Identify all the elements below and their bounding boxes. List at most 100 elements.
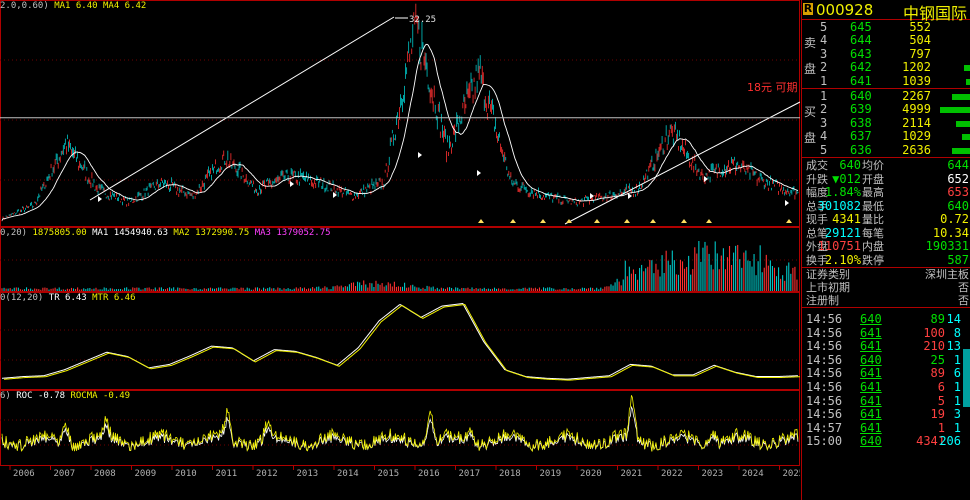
sell-volume: 1202 bbox=[902, 60, 931, 75]
panel-frame bbox=[0, 0, 800, 227]
buy-volume-bar bbox=[952, 94, 970, 100]
tick-row[interactable]: 14:57 641 1 1 bbox=[802, 420, 970, 435]
buy-row[interactable]: 3 638 2114 bbox=[802, 115, 970, 130]
peak-label: 32.25 bbox=[409, 15, 437, 25]
mtr-line bbox=[3, 303, 800, 381]
stat-value: 587 bbox=[947, 252, 969, 267]
tick-volume: 1 bbox=[937, 420, 945, 435]
tick-row[interactable]: 14:56 641 19 3 bbox=[802, 408, 970, 421]
tick-time: 14:56 bbox=[806, 393, 843, 408]
year-label: 2023 bbox=[702, 469, 724, 479]
stat-value: 640 bbox=[947, 198, 969, 213]
sell-level: 2 bbox=[820, 60, 828, 75]
tick-count: 1 bbox=[953, 352, 961, 367]
year-label: 2020 bbox=[580, 469, 602, 479]
year-label: 2006 bbox=[13, 469, 35, 479]
stat-label: 成交 bbox=[806, 159, 828, 172]
tick-row[interactable]: 14:56 641 100 8 bbox=[802, 325, 970, 340]
tick-price: 641 bbox=[860, 420, 882, 435]
year-label: 2014 bbox=[337, 469, 359, 479]
year-label: 2008 bbox=[94, 469, 116, 479]
buy-level: 5 bbox=[820, 142, 828, 157]
info-label: 注册制 bbox=[806, 294, 839, 307]
buy-row[interactable]: 4 637 1029 bbox=[802, 130, 970, 143]
tick-row[interactable]: 14:56 641 210 13 bbox=[802, 340, 970, 353]
tick-count: 6 bbox=[953, 366, 961, 381]
volume-ma2: MA2 1372990.75 bbox=[173, 228, 250, 238]
buy-row[interactable]: 5 636 2636 bbox=[802, 142, 970, 157]
chart-area[interactable]: 2006 2007 2008 2009 2010 2011 2012 2013 2014 2015… bbox=[0, 0, 800, 500]
tick-time: 14:57 bbox=[806, 420, 843, 435]
tick-row[interactable]: 14:56 641 6 1 bbox=[802, 381, 970, 394]
stat-row: 升跌 ▼012 开盘 652 bbox=[802, 172, 970, 186]
volume-ma3: MA3 1379052.75 bbox=[254, 228, 331, 238]
rocma-value: ROCMA -0.49 bbox=[70, 391, 131, 401]
signal-icon bbox=[650, 219, 656, 223]
roc-header: 6) ROC -0.78 ROCMA -0.49 bbox=[0, 391, 130, 401]
tick-row[interactable]: 14:56 641 5 1 bbox=[802, 393, 970, 408]
buy-volume-bar bbox=[956, 120, 970, 127]
buy-volume-bar bbox=[940, 107, 970, 114]
tick-time: 14:56 bbox=[806, 407, 843, 422]
sell-price: 644 bbox=[850, 33, 872, 48]
stat-label: 最高 bbox=[862, 186, 884, 199]
tick-row[interactable]: 14:56 640 89 14 bbox=[802, 313, 970, 326]
buy-row[interactable]: 1 640 2267 bbox=[802, 90, 970, 103]
info-label: 上市初期 bbox=[806, 281, 850, 294]
quote-header: R 000928 中钢国际 bbox=[802, 0, 970, 23]
tick-price: 641 bbox=[860, 339, 882, 354]
signal-icon bbox=[681, 219, 687, 223]
buy-price: 640 bbox=[850, 89, 872, 103]
sell-row[interactable]: 3 643 797 bbox=[802, 46, 970, 61]
volume-ma1: MA1 1454940.63 bbox=[92, 228, 168, 238]
tick-price: 641 bbox=[860, 325, 882, 340]
buy-price: 639 bbox=[850, 102, 872, 117]
tick-row[interactable]: 14:56 641 89 6 bbox=[802, 367, 970, 380]
sell-row[interactable]: 5 645 552 bbox=[802, 21, 970, 34]
chart-canvas[interactable]: 2006 2007 2008 2009 2010 2011 2012 2013 2014 2015… bbox=[0, 0, 800, 500]
sell-price: 642 bbox=[850, 60, 872, 75]
stat-row: 现手 4341 量比 0.72 bbox=[802, 213, 970, 227]
stat-value: 10.34 bbox=[932, 225, 969, 240]
buy-level: 3 bbox=[820, 115, 828, 130]
tick-volume: 89 bbox=[930, 312, 945, 326]
stat-value: 110751 bbox=[817, 239, 861, 253]
buy-volume: 2636 bbox=[902, 142, 931, 157]
buy-book: 买 盘 1 640 2267 2 639 4999 3 638 2114 4 637 1029 5 636… bbox=[802, 89, 970, 158]
year-label: 2007 bbox=[54, 469, 76, 479]
sell-level: 4 bbox=[820, 33, 828, 48]
sell-volume: 797 bbox=[909, 46, 931, 61]
tick-row[interactable]: 14:56 640 25 1 bbox=[802, 352, 970, 367]
sell-price: 641 bbox=[850, 73, 872, 88]
stat-label: 开盘 bbox=[862, 172, 884, 186]
sell-level: 1 bbox=[820, 73, 828, 88]
year-label: 2010 bbox=[175, 469, 197, 479]
buy-arrow-icon bbox=[98, 196, 102, 202]
stat-row: 成交 640 均价 644 bbox=[802, 159, 970, 173]
sell-row[interactable]: 2 642 1202 bbox=[802, 61, 970, 74]
buy-price: 636 bbox=[850, 142, 872, 157]
stat-row: 外盘 110751 内盘 190331 bbox=[802, 239, 970, 254]
buy-row[interactable]: 2 639 4999 bbox=[802, 103, 970, 116]
tick-scrollbar[interactable] bbox=[963, 349, 970, 407]
sell-row[interactable]: 4 644 504 bbox=[802, 34, 970, 47]
sell-book: 卖 盘 5 645 552 4 644 504 3 643 797 2 642 1202 1 641 103… bbox=[802, 20, 970, 89]
tick-volume: 5 bbox=[937, 393, 945, 408]
sell-level: 3 bbox=[820, 46, 828, 61]
volume-value: 1875805.00 bbox=[32, 228, 87, 238]
stat-row: 幅度 1.84% 最高 653 bbox=[802, 186, 970, 200]
buy-level: 1 bbox=[820, 89, 828, 103]
tick-row[interactable]: 15:00 640 4341 206 bbox=[802, 435, 970, 448]
buy-volume: 2114 bbox=[902, 115, 931, 130]
year-label: 2022 bbox=[661, 469, 683, 479]
trend-line bbox=[89, 16, 395, 201]
sell-row[interactable]: 1 641 1039 bbox=[802, 73, 970, 88]
info-value: 深圳主板 bbox=[925, 268, 969, 281]
year-label: 2011 bbox=[216, 469, 238, 479]
stat-row: 换手 2.10% 跌停 587 bbox=[802, 252, 970, 267]
main-header-prefix: 2.0,0.60) bbox=[0, 1, 49, 11]
tick-price: 640 bbox=[860, 352, 882, 367]
tick-time: 14:56 bbox=[806, 366, 843, 381]
rocma-line bbox=[1, 395, 799, 453]
sell-volume: 504 bbox=[909, 33, 931, 48]
